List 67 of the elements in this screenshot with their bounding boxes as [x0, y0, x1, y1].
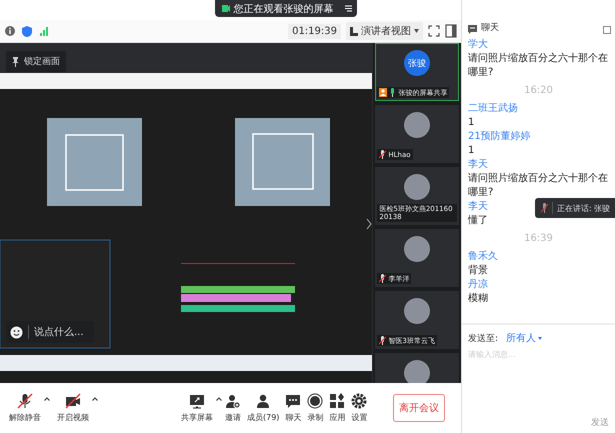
chat-icon	[285, 393, 302, 409]
record-icon	[307, 393, 324, 409]
message-text: 背景	[468, 264, 488, 278]
caret-icon[interactable]	[44, 397, 50, 401]
person-icon	[379, 88, 388, 97]
banner-text: 您正在观看张骏的屏幕	[234, 2, 334, 16]
chat-icon	[468, 25, 477, 34]
avatar: 张骏	[404, 50, 430, 76]
sender-name: 李天	[468, 200, 488, 214]
add-person-icon	[225, 393, 241, 409]
sidebar-toggle-icon[interactable]	[445, 24, 457, 38]
sender-name: 21预防董婷婷	[468, 130, 531, 144]
avatar-placeholder	[404, 236, 430, 262]
message-text: 请问照片缩放百分之六十那个在哪里?	[468, 172, 609, 200]
caret-icon[interactable]	[216, 397, 222, 401]
caret-icon	[538, 336, 542, 340]
mic-button[interactable]: 解除静音	[6, 393, 44, 423]
message-text: 请问照片缩放百分之六十那个在哪里?	[468, 52, 609, 80]
recipient-dropdown[interactable]: 所有人	[506, 331, 542, 345]
apps-icon	[329, 393, 346, 409]
message-text: 懂了	[468, 214, 488, 228]
fullscreen-icon[interactable]	[428, 25, 440, 37]
message-text: 1	[468, 144, 474, 158]
share-button[interactable]: 共享屏幕	[178, 393, 216, 423]
avatar-placeholder	[404, 360, 430, 383]
sender-name: 二班王武扬	[468, 102, 518, 116]
caret-icon	[414, 29, 419, 33]
sender-name: 丹凉	[468, 278, 488, 292]
microphone-icon	[17, 393, 33, 409]
emoji-icon[interactable]	[10, 326, 23, 338]
settings-icon	[351, 393, 368, 409]
record-button[interactable]: 录制	[304, 393, 326, 423]
comment-bar[interactable]: 说点什么...	[6, 321, 94, 343]
message-text: 模糊	[468, 292, 488, 306]
invite-button[interactable]: 邀请	[222, 393, 244, 423]
pin-icon	[12, 56, 19, 66]
avatar-placeholder	[404, 298, 430, 324]
sender-name: 李天	[468, 158, 488, 172]
lock-view-button[interactable]: 锁定画面	[6, 51, 66, 72]
layout-icon	[350, 26, 358, 36]
message-time: 16:20	[523, 84, 554, 98]
person-icon	[255, 393, 272, 409]
message-text: 1	[468, 116, 474, 130]
video-button[interactable]: 开启视频	[54, 393, 92, 423]
sender-name: 鲁禾久	[468, 250, 498, 264]
avatar-placeholder	[404, 174, 430, 200]
settings-button[interactable]: 设置	[348, 393, 370, 423]
mic-off-icon	[541, 203, 548, 213]
toast-text: 正在讲话: 张骏	[557, 202, 610, 214]
sender-name: 学大	[468, 38, 488, 52]
avatar-placeholder	[404, 112, 430, 138]
meeting-timer: 01:19:39	[288, 24, 341, 38]
menu-icon[interactable]	[344, 4, 352, 13]
chat-button[interactable]: 聊天	[282, 393, 304, 423]
camera-icon	[65, 393, 81, 409]
send-to-label: 发送至:	[468, 332, 498, 344]
info-icon[interactable]	[4, 25, 16, 37]
shield-icon[interactable]	[21, 24, 33, 38]
apps-button[interactable]: 应用	[326, 393, 348, 423]
comment-prompt: 说点什么...	[34, 326, 84, 339]
leave-meeting-button[interactable]: 离开会议	[393, 394, 445, 422]
view-dropdown[interactable]: 演讲者视图	[346, 22, 423, 40]
message-time: 16:39	[523, 232, 554, 246]
members-button[interactable]: 成员(79)	[244, 393, 282, 423]
popout-icon[interactable]	[603, 26, 611, 34]
caret-icon[interactable]	[92, 397, 98, 401]
chat-title: 聊天	[481, 22, 499, 34]
